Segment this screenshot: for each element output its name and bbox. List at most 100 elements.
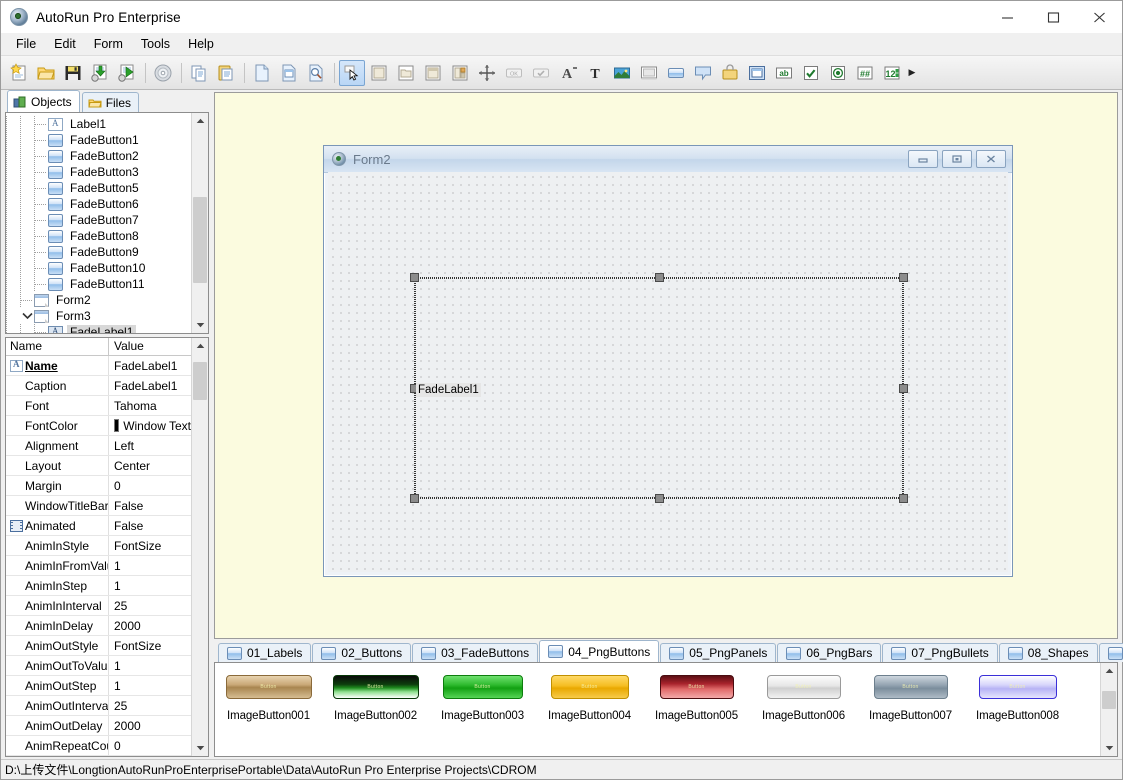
gallery-scroll-down-icon[interactable]: [1101, 740, 1117, 756]
page-tab-04_pngbuttons[interactable]: 04_PngButtons: [539, 640, 660, 662]
property-value[interactable]: 1: [109, 676, 191, 695]
tree-item-fadebutton7[interactable]: FadeButton7: [6, 212, 191, 228]
tab-objects[interactable]: Objects: [7, 90, 80, 112]
tree-item-fadebutton8[interactable]: FadeButton8: [6, 228, 191, 244]
group-box-icon[interactable]: [393, 60, 419, 86]
check-button-icon[interactable]: [528, 60, 554, 86]
tab-files[interactable]: Files: [81, 92, 140, 112]
design-form-window[interactable]: Form2 FadeLabel1: [323, 145, 1013, 577]
radio-icon[interactable]: [825, 60, 851, 86]
property-row-name[interactable]: Name FadeLabel1: [6, 356, 191, 376]
tree-item-fadebutton2[interactable]: FadeButton2: [6, 148, 191, 164]
property-row-caption[interactable]: Caption FadeLabel1: [6, 376, 191, 396]
property-value[interactable]: 1: [109, 656, 191, 675]
spin-icon[interactable]: ##: [852, 60, 878, 86]
image-icon[interactable]: [609, 60, 635, 86]
property-value[interactable]: 0: [109, 476, 191, 495]
balloon-icon[interactable]: [717, 60, 743, 86]
checkbox-icon[interactable]: [798, 60, 824, 86]
number-icon[interactable]: 12: [879, 60, 905, 86]
property-value[interactable]: FontSize: [109, 636, 191, 655]
property-row-animated[interactable]: Animated False: [6, 516, 191, 536]
property-value[interactable]: Tahoma: [109, 396, 191, 415]
property-value[interactable]: 25: [109, 596, 191, 615]
resize-handle-sw[interactable]: [410, 494, 419, 503]
tree-item-form2[interactable]: Form2: [6, 292, 191, 308]
gallery-item-imagebutton004[interactable]: Button ImageButton004: [536, 675, 643, 722]
property-scroll-thumb[interactable]: [193, 361, 207, 401]
new-project-icon[interactable]: [6, 60, 32, 86]
page-tab-02_buttons[interactable]: 02_Buttons: [312, 643, 412, 662]
design-canvas[interactable]: Form2 FadeLabel1: [214, 92, 1118, 639]
property-scroll-track[interactable]: [192, 354, 208, 740]
window-list-icon[interactable]: [744, 60, 770, 86]
tree-item-fadebutton6[interactable]: FadeButton6: [6, 196, 191, 212]
tree-scroll-up-icon[interactable]: [192, 113, 208, 129]
property-row-animoutdelay[interactable]: AnimOutDelay 2000: [6, 716, 191, 736]
property-value[interactable]: 1: [109, 576, 191, 595]
property-row-alignment[interactable]: Alignment Left: [6, 436, 191, 456]
gallery-item-imagebutton002[interactable]: Button ImageButton002: [322, 675, 429, 722]
ok-button-icon[interactable]: OK: [501, 60, 527, 86]
gallery-item-imagebutton003[interactable]: Button ImageButton003: [429, 675, 536, 722]
minimize-icon[interactable]: [984, 2, 1030, 33]
resize-handle-e[interactable]: [899, 384, 908, 393]
property-row-layout[interactable]: Layout Center: [6, 456, 191, 476]
property-value[interactable]: 1: [109, 556, 191, 575]
tree-item-fadebutton1[interactable]: FadeButton1: [6, 132, 191, 148]
form-close-button[interactable]: [976, 150, 1006, 168]
property-value[interactable]: False: [109, 496, 191, 515]
page-properties-icon[interactable]: [276, 60, 302, 86]
property-value[interactable]: Window Text: [109, 416, 191, 435]
design-form-body[interactable]: FadeLabel1: [328, 172, 1008, 572]
tree-item-fadebutton3[interactable]: FadeButton3: [6, 164, 191, 180]
gallery-item-preview[interactable]: Button: [225, 675, 312, 699]
tree-item-fadebutton11[interactable]: FadeButton11: [6, 276, 191, 292]
burn-cd-icon[interactable]: [150, 60, 176, 86]
selection-box[interactable]: FadeLabel1: [410, 273, 908, 503]
select-tool-icon[interactable]: [339, 59, 365, 86]
paste-icon[interactable]: [213, 60, 239, 86]
gallery-item-imagebutton001[interactable]: Button ImageButton001: [215, 675, 322, 722]
tree-item-fadebutton10[interactable]: FadeButton10: [6, 260, 191, 276]
property-row-animoutinterval[interactable]: AnimOutInterval 25: [6, 696, 191, 716]
property-scrollbar[interactable]: [191, 338, 208, 756]
resize-handle-ne[interactable]: [899, 273, 908, 282]
resize-handle-n[interactable]: [655, 273, 664, 282]
gallery-item-imagebutton005[interactable]: Button ImageButton005: [643, 675, 750, 722]
toolbar-overflow-icon[interactable]: ▶: [906, 60, 918, 86]
property-value[interactable]: 2000: [109, 716, 191, 735]
layout-tool-icon[interactable]: [447, 60, 473, 86]
page-tab-05_pngpanels[interactable]: 05_PngPanels: [660, 643, 777, 662]
gallery-item-preview[interactable]: Button: [659, 675, 734, 699]
page-tab-08_shapes[interactable]: 08_Shapes: [998, 643, 1098, 662]
text-label-icon[interactable]: T: [582, 60, 608, 86]
page-tab-09_images[interactable]: 09_Images: [1098, 643, 1123, 662]
fade-button-icon[interactable]: [663, 60, 689, 86]
gallery-scroll-up-icon[interactable]: [1101, 663, 1117, 679]
object-tree[interactable]: Label1FadeButton1FadeButton2FadeButton3 F…: [6, 113, 191, 333]
tree-scroll-track[interactable]: [192, 129, 208, 317]
property-scroll-down-icon[interactable]: [192, 740, 208, 756]
gallery-item-imagebutton006[interactable]: Button ImageButton006: [750, 675, 857, 722]
panel-tool-icon[interactable]: [366, 60, 392, 86]
gallery-scrollbar[interactable]: [1100, 663, 1117, 756]
property-value[interactable]: 25: [109, 696, 191, 715]
tree-scroll-down-icon[interactable]: [192, 317, 208, 333]
preview-icon[interactable]: [303, 60, 329, 86]
gallery-scroll-thumb[interactable]: [1102, 691, 1116, 710]
property-row-animinstyle[interactable]: AnimInStyle FontSize: [6, 536, 191, 556]
property-value[interactable]: Left: [109, 436, 191, 455]
property-value[interactable]: FadeLabel1: [109, 356, 191, 375]
property-scroll-up-icon[interactable]: [192, 338, 208, 354]
property-row-margin[interactable]: Margin 0: [6, 476, 191, 496]
page-tab-07_pngbullets[interactable]: 07_PngBullets: [882, 643, 998, 662]
png-panel-icon[interactable]: [636, 60, 662, 86]
fade-label-object[interactable]: FadeLabel1: [416, 383, 481, 397]
menu-form[interactable]: Form: [85, 35, 132, 53]
property-grid[interactable]: Name Value Name FadeLabel1 Caption FadeLabe…: [6, 338, 191, 756]
property-value[interactable]: 0: [109, 736, 191, 755]
tree-item-label1[interactable]: Label1: [6, 116, 191, 132]
property-row-animoutstep[interactable]: AnimOutStep 1: [6, 676, 191, 696]
tree-item-fadelabel1[interactable]: FadeLabel1: [6, 324, 191, 333]
